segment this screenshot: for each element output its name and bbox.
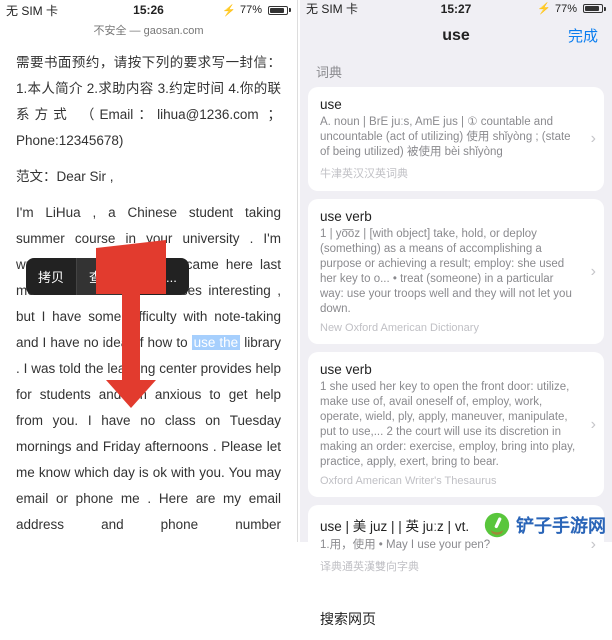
watermark-logo-icon	[484, 512, 510, 538]
dict-entry-body: A. noun | BrE juːs, AmE jus | ① countabl…	[320, 115, 576, 160]
lookup-title: use	[442, 27, 470, 45]
charging-icon: ⚡	[222, 4, 236, 17]
carrier-label: 无 SIM 卡	[6, 2, 58, 19]
lookup-header: use 完成	[300, 17, 612, 52]
battery-icon	[581, 4, 606, 13]
done-button[interactable]: 完成	[568, 25, 598, 46]
status-time: 15:26	[133, 3, 164, 17]
dict-entry-head: use verb	[320, 209, 576, 224]
chevron-right-icon: ›	[591, 130, 596, 148]
phone-right: 无 SIM 卡 15:27 ⚡ 77% use 完成 词典 use A. nou…	[300, 0, 612, 542]
dict-entry-source: 牛津英汉汉英词典	[320, 165, 576, 181]
url-insecure-label: 不安全 —	[93, 25, 143, 37]
dict-entry-source: 译典通英漢雙向字典	[320, 558, 576, 574]
status-bar: 无 SIM 卡 15:26 ⚡ 77%	[0, 0, 297, 20]
dict-entry-head: use	[320, 97, 576, 112]
search-web-row[interactable]: 搜索网页	[308, 598, 604, 640]
url-bar[interactable]: 不安全 — gaosan.com	[0, 20, 297, 44]
selection-context-menu: 拷贝 查询 共享...	[26, 258, 189, 295]
dictionary-cards: use A. noun | BrE juːs, AmE jus | ① coun…	[300, 87, 612, 584]
paragraph: 需要书面预约，请按下列的要求写一封信：1.本人简介 2.求助内容 3.约定时间 …	[16, 50, 281, 154]
dict-entry[interactable]: use A. noun | BrE juːs, AmE jus | ① coun…	[308, 87, 604, 191]
dict-entry-head: use verb	[320, 362, 576, 377]
battery-percent: 77%	[240, 4, 262, 16]
status-bar: 无 SIM 卡 15:27 ⚡ 77%	[300, 0, 612, 17]
dict-entry-source: Oxford American Writer's Thesaurus	[320, 475, 576, 487]
charging-icon: ⚡	[537, 2, 551, 15]
watermark-text: 铲子手游网	[516, 512, 606, 538]
dict-entry-body: 1.用，使用 • May I use your pen?	[320, 538, 576, 553]
carrier-label: 无 SIM 卡	[306, 0, 358, 17]
dict-entry-body: 1 she used her key to open the front doo…	[320, 380, 576, 470]
status-time: 15:27	[441, 2, 472, 16]
paragraph: 范文：Dear Sir ,	[16, 164, 281, 190]
dict-entry-source: New Oxford American Dictionary	[320, 322, 576, 334]
share-button[interactable]: 共享...	[128, 258, 189, 295]
lookup-button[interactable]: 查询	[77, 258, 128, 295]
dictionary-section-label: 词典	[300, 52, 612, 87]
battery-percent: 77%	[555, 3, 577, 15]
paragraph: I'm LiHua , a Chinese student taking sum…	[16, 200, 281, 542]
chevron-right-icon: ›	[591, 536, 596, 554]
url-host: gaosan.com	[144, 25, 204, 37]
chevron-right-icon: ›	[591, 263, 596, 281]
copy-button[interactable]: 拷贝	[26, 258, 77, 295]
battery-icon	[266, 6, 291, 15]
chevron-right-icon: ›	[591, 416, 596, 434]
phone-left: 无 SIM 卡 15:26 ⚡ 77% 不安全 — gaosan.com 需要书…	[0, 0, 298, 542]
dict-entry-body: 1 | yo͞oz | [with object] take, hold, or…	[320, 227, 576, 317]
dict-entry[interactable]: use verb 1 | yo͞oz | [with object] take,…	[308, 199, 604, 344]
watermark: 铲子手游网	[484, 512, 606, 538]
text-selection[interactable]: use the	[192, 335, 241, 350]
dict-entry[interactable]: use verb 1 she used her key to open the …	[308, 352, 604, 497]
